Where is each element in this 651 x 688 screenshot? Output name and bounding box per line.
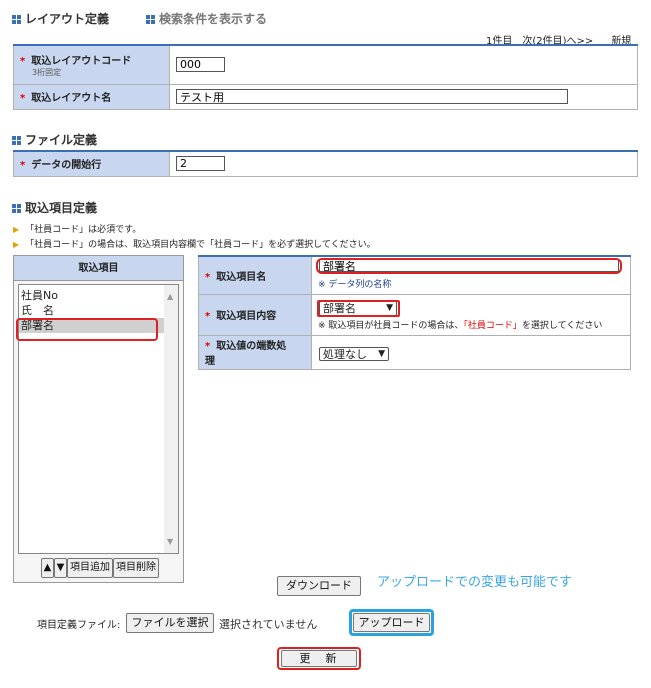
note-line-2: ▶ 「社員コード」の場合は、取込項目内容欄で「社員コード」を必ず選択してください。 — [13, 240, 376, 250]
items-list-header: 取込項目 — [14, 256, 183, 281]
code-label: * 取込レイアウトコード 3桁固定 — [13, 44, 170, 85]
code-sublabel: 3桁固定 — [32, 67, 62, 77]
layout-form: *取込レイアウトコード 3桁固定 *取込レイアウト名 — [13, 44, 638, 110]
required-mark: * — [20, 160, 26, 172]
required-mark: * — [20, 93, 26, 104]
required-mark: * — [20, 55, 26, 67]
item-name-hint: ※ データ列の名称 — [318, 280, 392, 291]
arrow-right-icon: ▶ — [13, 225, 20, 234]
item-name-input[interactable] — [319, 259, 619, 272]
required-mark: * — [205, 271, 211, 283]
file-form: * データの開始行 — [13, 150, 638, 177]
update-button[interactable]: 更 新 — [281, 650, 357, 667]
section-square-icon — [12, 204, 21, 213]
section-square-icon — [12, 136, 21, 145]
items-section-title: 取込項目定義 — [12, 199, 97, 216]
item-detail-table: * 取込項目名 ※ データ列の名称 * 取込項目内容 ※ 取込項目が社員コードの場合… — [198, 255, 631, 370]
tab-show-search[interactable]: 検索条件を表示する — [146, 10, 267, 27]
download-button[interactable]: ダウンロード — [277, 576, 361, 596]
chevron-down-icon: ▼ — [386, 303, 393, 313]
list-scrollbar[interactable]: ▲ ▼ — [164, 285, 178, 553]
arrow-right-icon: ▶ — [13, 240, 20, 249]
layout-code-input[interactable] — [176, 57, 225, 73]
required-mark: * — [205, 341, 211, 352]
item-name-label: * 取込項目名 — [198, 255, 312, 295]
note-line-1: ▶ 「社員コード」は必須です。 — [13, 225, 142, 235]
move-down-button[interactable]: ▼ — [54, 558, 67, 578]
list-item[interactable]: 氏 名 — [19, 303, 178, 318]
items-listbox[interactable]: 社員No 氏 名 部署名 ▲ ▼ — [18, 284, 179, 554]
section-square-icon — [146, 15, 155, 24]
no-file-selected-text: 選択されていません — [219, 618, 318, 631]
section-square-icon — [12, 15, 21, 24]
file-section-title: ファイル定義 — [12, 131, 97, 148]
content-select[interactable]: 部署名 ▼ — [319, 301, 397, 316]
start-row-input[interactable] — [176, 156, 225, 172]
name-cell — [169, 83, 638, 110]
start-row-cell — [169, 150, 638, 177]
content-hint: ※ 取込項目が社員コードの場合は、「社員コード」を選択してください — [318, 320, 603, 331]
rounding-select[interactable]: 処理なし ▼ — [319, 347, 389, 361]
scroll-up-icon[interactable]: ▲ — [167, 292, 173, 301]
upload-annotation: アップロードでの変更も可能です — [377, 575, 573, 590]
content-label: * 取込項目内容 — [198, 293, 312, 336]
list-item[interactable]: 社員No — [19, 288, 178, 303]
add-item-button[interactable]: 項目追加 — [67, 558, 113, 578]
chevron-down-icon: ▼ — [378, 349, 385, 359]
start-row-label: * データの開始行 — [13, 150, 170, 177]
move-up-button[interactable]: ▲ — [41, 558, 54, 578]
rounding-label: * 取込値の端数処 理 — [198, 334, 312, 370]
layout-name-input[interactable] — [176, 89, 568, 104]
scroll-down-icon[interactable]: ▼ — [167, 537, 173, 546]
code-cell — [169, 44, 638, 85]
name-label: * 取込レイアウト名 — [13, 83, 170, 110]
required-mark: * — [205, 311, 211, 322]
tab-layout-definition[interactable]: レイアウト定義 — [12, 10, 109, 27]
choose-file-button[interactable]: ファイルを選択 — [126, 613, 214, 633]
list-item-selected[interactable]: 部署名 — [19, 318, 164, 333]
delete-item-button[interactable]: 項目削除 — [113, 558, 159, 578]
definition-file-label: 項目定義ファイル: — [37, 620, 121, 631]
upload-button[interactable]: アップロード — [353, 613, 430, 632]
